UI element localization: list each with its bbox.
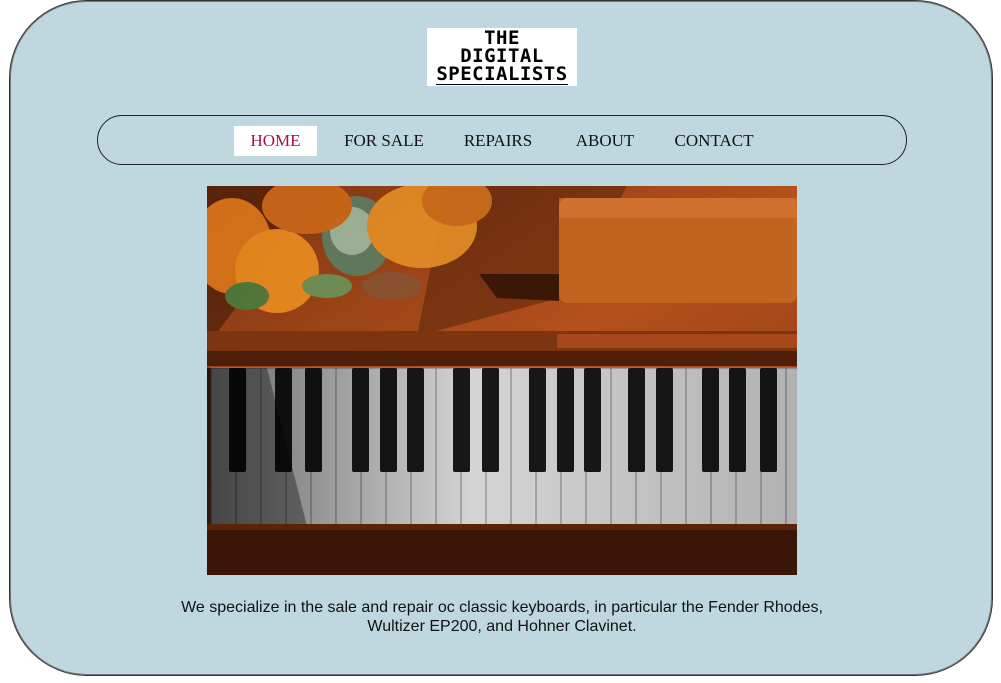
main-nav: HOME FOR SALE REPAIRS ABOUT CONTACT (97, 115, 907, 165)
piano-photo (207, 186, 797, 575)
nav-home[interactable]: HOME (234, 126, 317, 156)
site-logo[interactable]: THE DIGITAL SPECIALISTS (427, 28, 577, 86)
nav-repairs[interactable]: REPAIRS (450, 126, 546, 156)
nav-contact[interactable]: CONTACT (664, 126, 764, 156)
logo-line-3: SPECIALISTS (436, 63, 568, 85)
nav-about[interactable]: ABOUT (564, 126, 646, 156)
hero-image (207, 186, 797, 575)
nav-for-sale[interactable]: FOR SALE (334, 126, 434, 156)
intro-text: We specialize in the sale and repair oc … (181, 599, 823, 635)
